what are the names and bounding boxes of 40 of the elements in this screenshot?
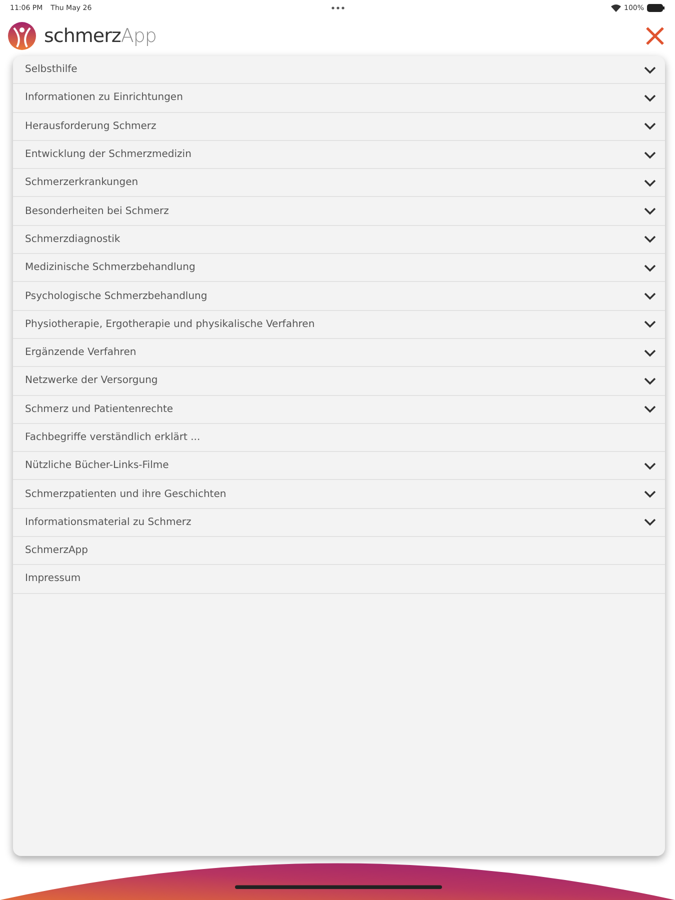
menu-item[interactable]: Schmerzerkrankungen (13, 169, 665, 198)
chevron-down-icon (644, 292, 656, 300)
chevron-down-icon (644, 320, 656, 328)
chevron-down-icon (644, 490, 656, 498)
chevron-down-icon (644, 462, 656, 470)
app-name: schmerzApp (44, 25, 156, 47)
chevron-down-icon (644, 376, 656, 385)
menu-item[interactable]: Physiotherapie, Ergotherapie und physikalische Verfahren (13, 310, 665, 339)
menu-item[interactable]: Besonderheiten bei Schmerz (13, 197, 665, 226)
menu-item[interactable]: Entwicklung der Schmerzmedizin (13, 140, 665, 170)
chevron-down-icon (644, 66, 656, 74)
chevron-down-icon (644, 178, 656, 187)
logo-icon (8, 22, 36, 50)
more-icon (331, 6, 345, 10)
battery-icon (647, 4, 665, 12)
menu-item[interactable]: Psychologische Schmerzbehandlung (13, 282, 665, 311)
menu-item[interactable]: Selbsthilfe (13, 56, 665, 84)
menu-item[interactable]: Schmerz und Patientenrechte (13, 396, 665, 424)
menu-item[interactable]: Nützliche Bücher-Links-Filme (13, 452, 665, 480)
menu-item[interactable]: Informationen zu Einrichtungen (13, 84, 665, 113)
menu-item[interactable]: Fachbegriffe verständlich erklärt ... (13, 424, 665, 452)
chevron-down-icon (644, 235, 656, 244)
chevron-down-icon (644, 348, 656, 357)
chevron-down-icon (644, 94, 656, 102)
chevron-down-icon (644, 150, 656, 159)
menu-item[interactable]: Schmerzpatienten und ihre Geschichten (13, 480, 665, 509)
menu-item[interactable]: Impressum (13, 565, 665, 594)
menu-item[interactable]: Ergänzende Verfahren (13, 338, 665, 368)
menu-item[interactable]: Medizinische Schmerzbehandlung (13, 254, 665, 282)
chevron-down-icon (644, 518, 656, 526)
menu-item[interactable]: Informationsmaterial zu Schmerz (13, 508, 665, 538)
chevron-down-icon (644, 264, 656, 272)
menu-item[interactable]: Herausforderung Schmerz (13, 112, 665, 141)
wifi-icon (610, 4, 621, 12)
chevron-down-icon (644, 405, 656, 414)
menu-item[interactable]: Schmerzdiagnostik (13, 226, 665, 254)
menu-item[interactable]: SchmerzApp (13, 537, 665, 566)
menu-item[interactable]: Netzwerke der Versorgung (13, 367, 665, 396)
chevron-down-icon (644, 122, 656, 130)
chevron-down-icon (644, 207, 656, 216)
